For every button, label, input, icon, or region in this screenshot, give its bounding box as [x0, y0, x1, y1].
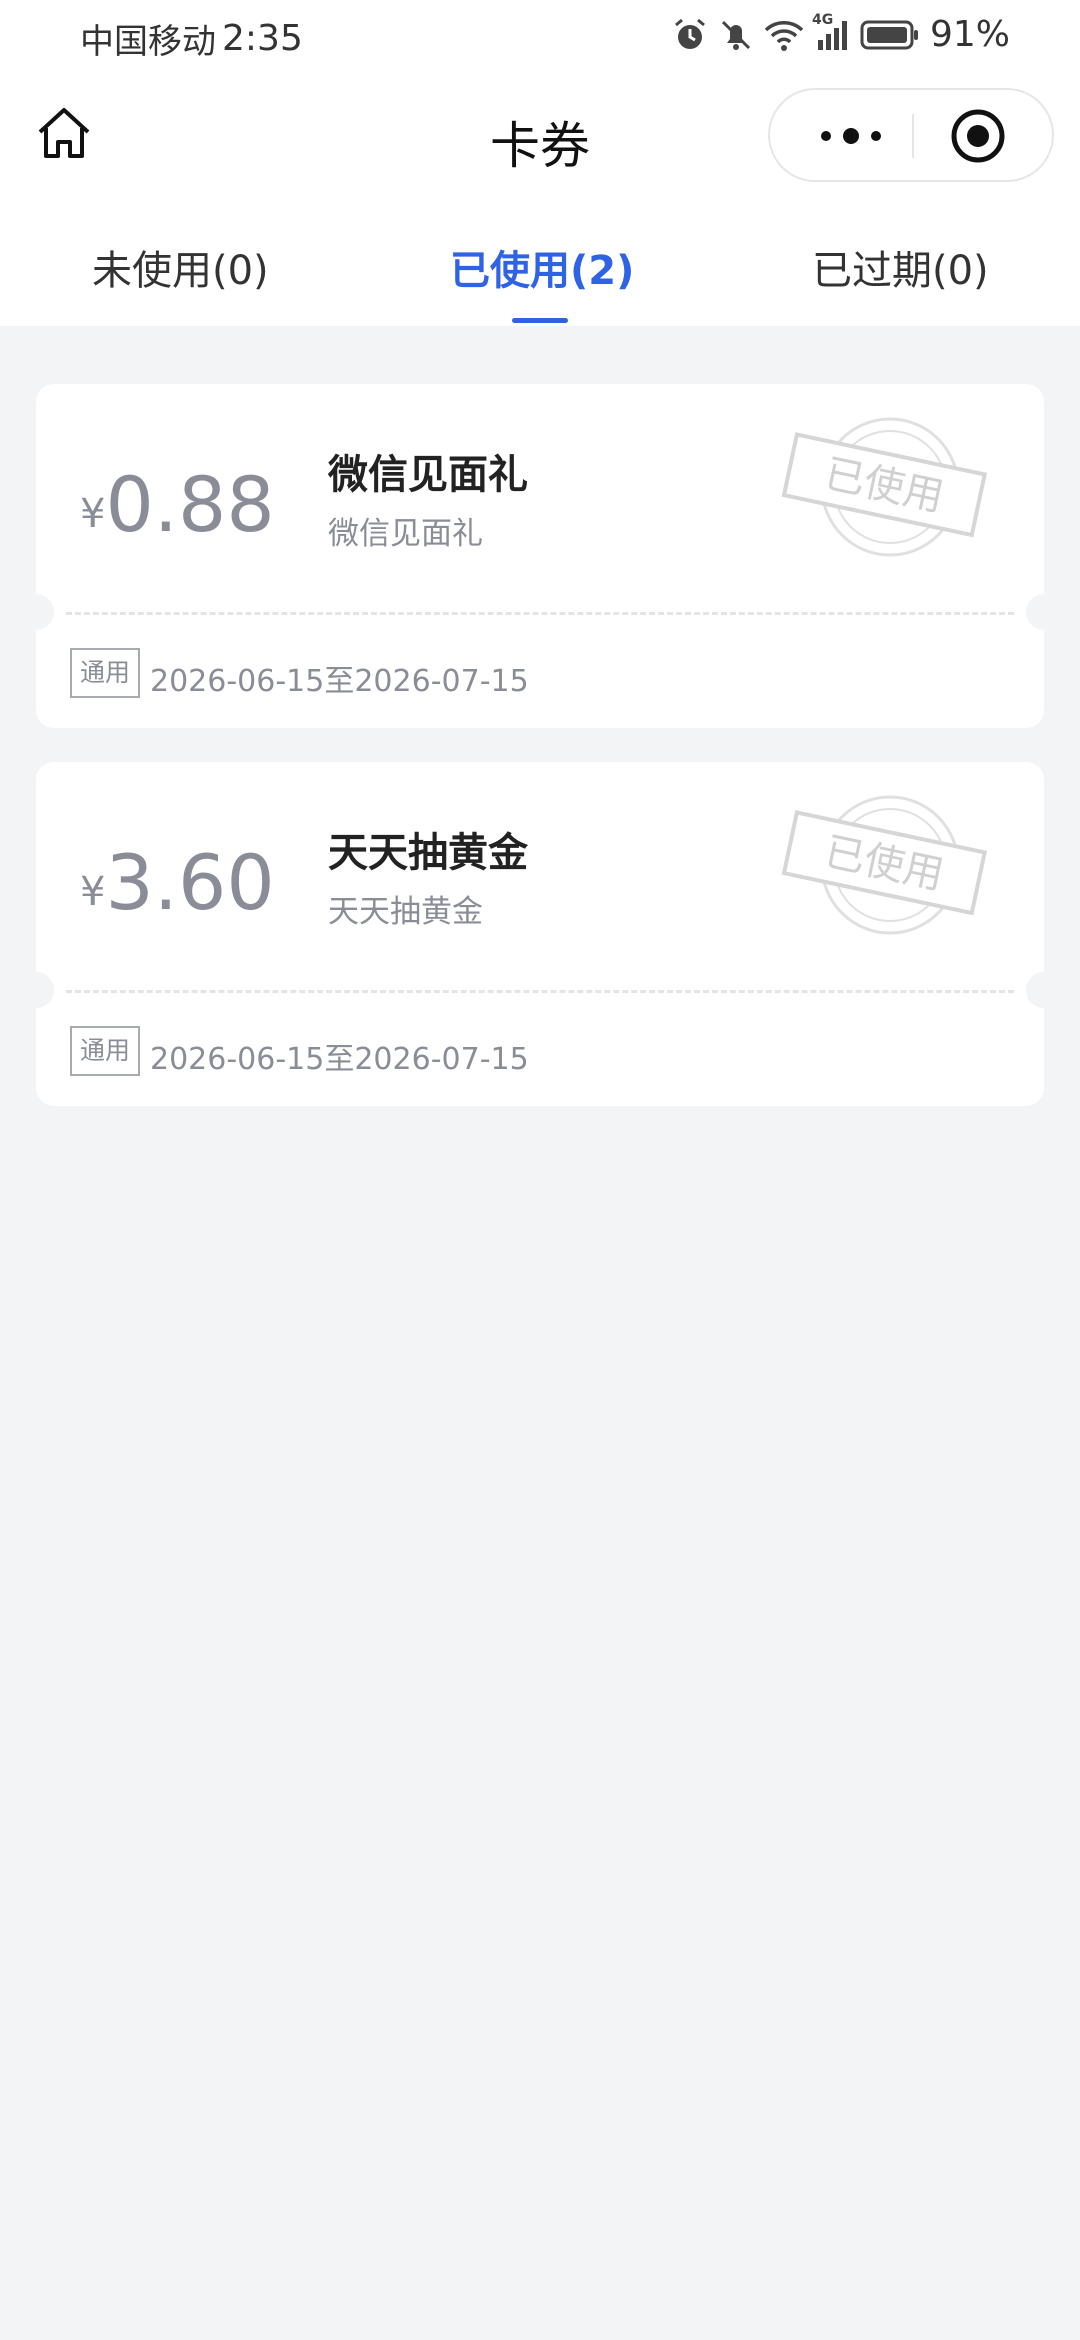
active-tab-indicator [512, 318, 568, 323]
mini-program-capsule [768, 88, 1054, 182]
card-notch-right [1026, 594, 1062, 630]
battery-percent: 91% [929, 14, 1010, 55]
coupon-tag: 通用 [70, 1026, 141, 1076]
coupon-amount: ¥3.60 [80, 838, 275, 927]
coupon-card[interactable]: ¥3.60 天天抽黄金 天天抽黄金 已使用 通用 2026-06-15至2026… [18, 762, 1062, 1106]
amount-value: 3.60 [105, 838, 275, 927]
coupon-description: 微信见面礼 [328, 516, 483, 552]
nav-bar: 卡券 [0, 76, 1080, 196]
card-perforation [66, 990, 1014, 993]
currency-symbol: ¥ [80, 491, 106, 537]
card-notch-left [18, 594, 54, 630]
used-stamp: 已使用 [781, 795, 988, 935]
status-bar: 中国移动 2:35 4G 91% [0, 0, 1080, 76]
coupon-name: 天天抽黄金 [328, 830, 528, 876]
capsule-divider [912, 114, 914, 158]
currency-symbol: ¥ [80, 869, 106, 915]
card-perforation [66, 612, 1014, 615]
close-button[interactable] [948, 106, 1008, 166]
status-time: 2:35 [222, 18, 303, 59]
coupon-amount: ¥0.88 [80, 460, 275, 549]
tab-used[interactable]: 已使用(2) [450, 238, 634, 296]
card-notch-right [1026, 972, 1062, 1008]
coupon-tag: 通用 [70, 648, 141, 698]
status-left: 中国移动 2:35 [80, 14, 303, 63]
alarm-icon [672, 17, 708, 53]
tab-expired[interactable]: 已过期(0) [812, 238, 989, 296]
coupon-validity: 2026-06-15至2026-07-15 [150, 1042, 529, 1077]
more-button[interactable] [806, 90, 896, 180]
coupon-card[interactable]: ¥0.88 微信见面礼 微信见面礼 已使用 通用 2026-06-15至2026… [18, 384, 1062, 728]
battery-icon [860, 19, 920, 51]
network-4g-icon: 4G [812, 12, 850, 52]
target-close-icon [951, 109, 1005, 163]
tab-unused[interactable]: 未使用(0) [92, 238, 269, 296]
more-icon [821, 128, 881, 144]
used-stamp: 已使用 [781, 417, 988, 557]
network-label: 4G [811, 11, 834, 28]
carrier-label: 中国移动 [80, 22, 216, 62]
coupon-name: 微信见面礼 [328, 452, 528, 498]
mute-bell-icon [718, 17, 754, 53]
wifi-icon [764, 18, 804, 52]
card-notch-left [18, 972, 54, 1008]
coupon-validity: 2026-06-15至2026-07-15 [150, 664, 529, 699]
status-right: 4G 91% [672, 12, 1010, 55]
amount-value: 0.88 [105, 460, 275, 549]
coupon-description: 天天抽黄金 [328, 894, 483, 930]
coupon-tabs: 未使用(0) 已使用(2) 已过期(0) [0, 226, 1080, 326]
